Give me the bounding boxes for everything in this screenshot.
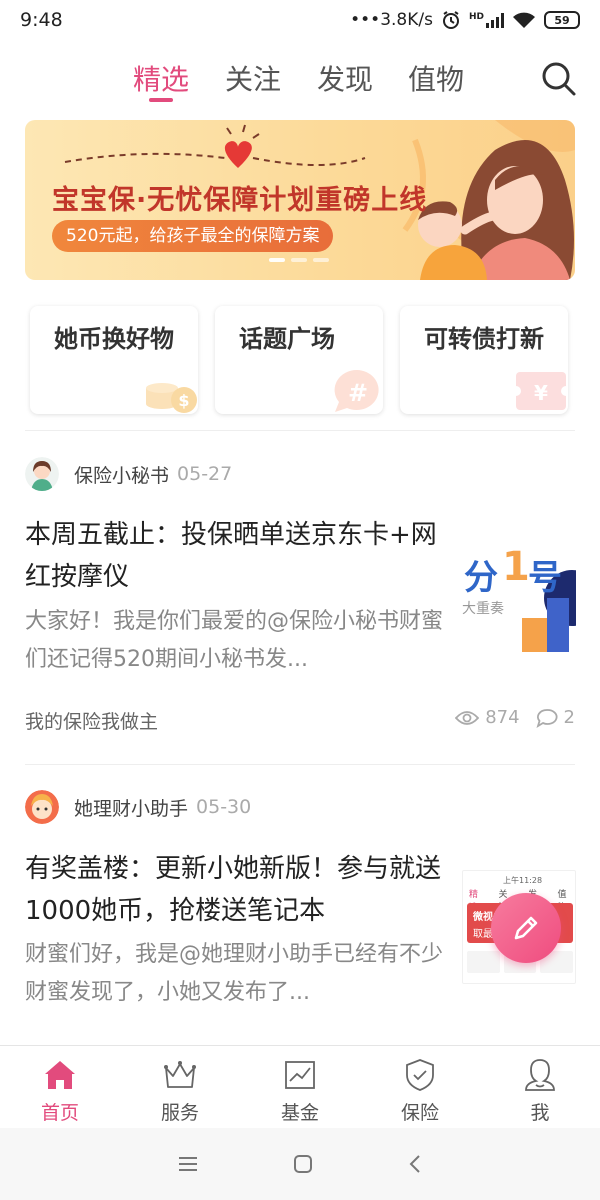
avatar[interactable] — [25, 790, 59, 824]
coin-icon: $ — [146, 383, 197, 413]
section-divider — [25, 764, 575, 765]
promo-banner[interactable]: 宝宝保·无忧保障计划重磅上线 520元起，给孩子最全的保障方案 — [25, 120, 575, 280]
shortcut-convertible-bond[interactable]: 可转债打新 ¥ — [400, 306, 568, 414]
pager-dot — [291, 258, 307, 262]
post-stats: 874 2 — [455, 707, 575, 728]
shield-icon — [406, 1059, 434, 1091]
post-title[interactable]: 有奖盖楼：更新小她新版！参与就送1000她币，抢楼送笔记本 — [25, 848, 445, 932]
avatar[interactable] — [25, 457, 59, 491]
pencil-icon — [514, 916, 538, 940]
alarm-icon — [442, 11, 459, 29]
post-author[interactable]: 她理财小助手 — [74, 794, 188, 821]
post-topic[interactable]: 我的保险我做主 — [25, 711, 158, 733]
thumbnail-time: 上午11:28 — [503, 876, 543, 885]
thumbnail-text: 分 — [464, 558, 498, 598]
nav-item-me[interactable]: 我 — [480, 1046, 600, 1127]
banner-title: 宝宝保·无忧保障计划重磅上线 — [52, 185, 428, 216]
top-tab-bar: 精选 关注 发现 值物 — [0, 52, 600, 108]
battery-icon: 59 — [544, 11, 580, 29]
tab-discover[interactable]: 发现 — [317, 58, 373, 98]
compose-button[interactable] — [491, 893, 561, 963]
menu-icon[interactable] — [177, 1155, 199, 1173]
nav-label: 首页 — [40, 1102, 79, 1124]
post-excerpt: 大家好！我是你们最爱的@保险小秘书财蜜们还记得520期间小秘书发... — [25, 609, 444, 672]
tab-featured[interactable]: 精选 — [133, 58, 189, 98]
crown-icon — [164, 1061, 196, 1088]
bottom-nav: 首页 服务 基金 保险 我 — [0, 1045, 600, 1127]
tab-worth-buying[interactable]: 值物 — [408, 58, 464, 98]
nav-label: 我 — [530, 1102, 550, 1124]
active-tab-indicator — [149, 98, 173, 102]
pager-dot — [313, 258, 329, 262]
view-count: 874 — [485, 707, 520, 728]
thumbnail-caption: 大重奏 — [462, 601, 504, 617]
shortcut-topic-square[interactable]: 话题广场 # — [215, 306, 383, 414]
shortcut-coin-exchange[interactable]: 她币换好物 $ — [30, 306, 198, 414]
post-thumbnail[interactable]: 分 1 号 大重奏 — [462, 538, 576, 652]
post-header: 保险小秘书 05-27 — [25, 457, 232, 491]
shortcut-label: 她币换好物 — [54, 325, 174, 353]
chart-icon — [285, 1061, 315, 1089]
tab-following[interactable]: 关注 — [225, 58, 281, 98]
comment-icon — [536, 708, 558, 728]
post-date: 05-30 — [196, 796, 252, 818]
banner-subtitle: 520元起，给孩子最全的保障方案 — [52, 220, 334, 252]
network-speed: •••3.8K/s — [350, 10, 433, 30]
nav-item-insurance[interactable]: 保险 — [360, 1046, 480, 1127]
hd-label: HD — [468, 12, 484, 22]
post-title[interactable]: 本周五截止：投保晒单送京东卡+网红按摩仪 — [25, 514, 445, 598]
wifi-icon — [513, 12, 535, 28]
shortcut-label: 可转债打新 — [424, 325, 544, 353]
thumbnail-text: 1 — [502, 544, 530, 590]
nav-label: 基金 — [280, 1102, 319, 1124]
shortcut-label: 话题广场 — [239, 325, 335, 353]
signal-icon: HD — [469, 12, 504, 28]
svg-text:$: $ — [178, 391, 189, 410]
svg-text:#: # — [348, 379, 368, 407]
svg-text:¥: ¥ — [534, 381, 548, 405]
hashtag-bubble-icon: # — [334, 369, 379, 412]
nav-item-service[interactable]: 服务 — [120, 1046, 240, 1127]
home-icon — [45, 1061, 75, 1089]
nav-label: 服务 — [160, 1102, 199, 1124]
thumbnail-text: 号 — [528, 558, 562, 598]
status-bar: 9:48 •••3.8K/s HD 59 — [0, 0, 600, 40]
status-time: 9:48 — [20, 9, 63, 31]
comment-count: 2 — [563, 707, 575, 728]
shortcut-cards: 她币换好物 $ 话题广场 # 可转债打新 ¥ — [30, 306, 570, 414]
nav-label: 保险 — [400, 1102, 439, 1124]
banner-pager — [269, 258, 329, 262]
yen-ticket-icon: ¥ — [512, 372, 568, 410]
post-date: 05-27 — [177, 463, 233, 485]
nav-item-fund[interactable]: 基金 — [240, 1046, 360, 1127]
eye-icon — [455, 710, 480, 725]
nav-item-home[interactable]: 首页 — [0, 1046, 120, 1127]
user-icon — [525, 1059, 555, 1091]
post-excerpt: 财蜜们好，我是@她理财小助手已经有不少财蜜发现了，小她又发布了... — [25, 942, 444, 1005]
post-author[interactable]: 保险小秘书 — [74, 461, 169, 488]
pager-dot-active — [269, 258, 285, 262]
system-nav-bar — [0, 1128, 600, 1200]
section-divider — [25, 430, 575, 431]
search-icon[interactable] — [538, 58, 578, 98]
post-footer: 我的保险我做主 874 2 — [25, 707, 575, 734]
post-header: 她理财小助手 05-30 — [25, 790, 251, 824]
home-square-icon[interactable] — [293, 1154, 313, 1174]
back-icon[interactable] — [407, 1154, 423, 1174]
